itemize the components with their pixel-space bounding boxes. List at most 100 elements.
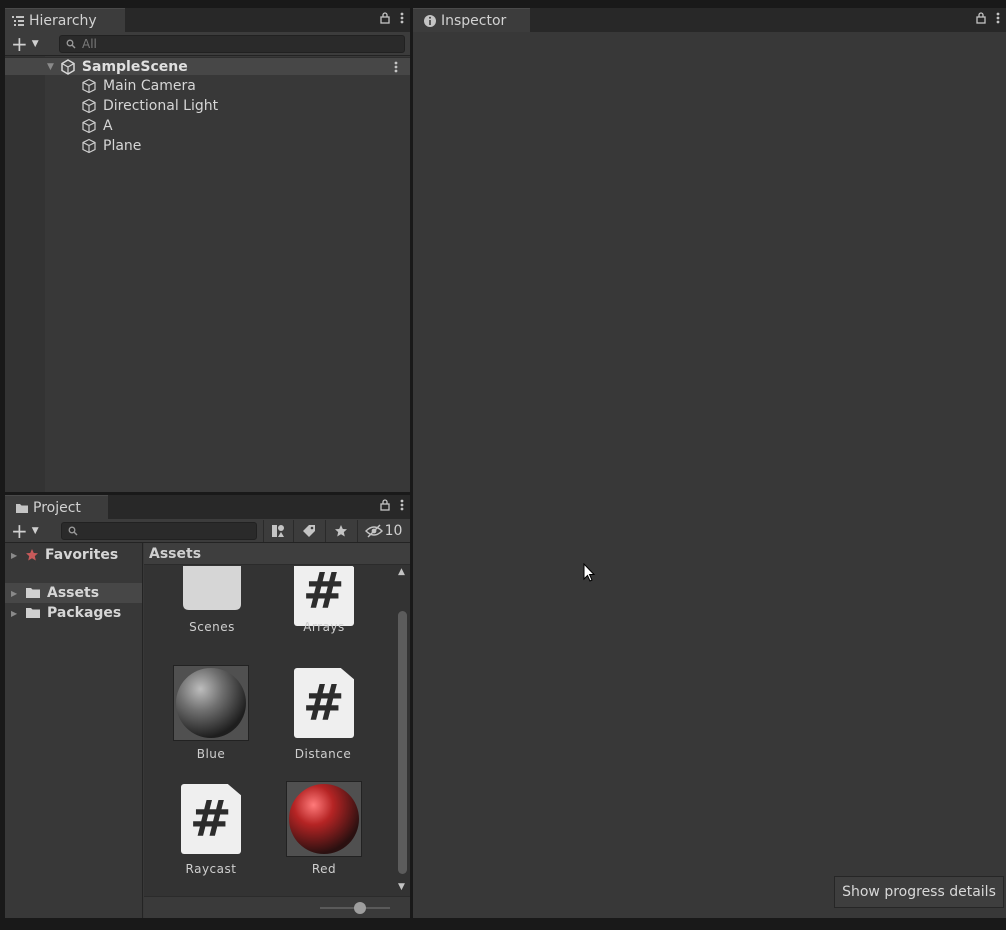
- folder-icon: [26, 588, 40, 598]
- gameobject-cube-icon: [82, 78, 96, 94]
- hierarchy-gutter: [5, 56, 45, 492]
- sidebar-item-assets[interactable]: ▶ Assets: [5, 583, 142, 603]
- slider-thumb[interactable]: [354, 902, 366, 914]
- project-tab-label: Project: [33, 499, 81, 516]
- star-icon: [334, 525, 347, 537]
- chevron-down-icon: ▼: [31, 39, 39, 49]
- gameobject-cube-icon: [82, 118, 96, 134]
- search-by-label-button[interactable]: [293, 520, 323, 542]
- search-by-type-button[interactable]: [263, 520, 291, 542]
- tab-hierarchy[interactable]: Hierarchy: [5, 8, 125, 32]
- project-sidebar: ▶ Favorites ▶ Assets ▶ Packages: [5, 543, 143, 918]
- kebab-menu-icon[interactable]: [996, 12, 1000, 24]
- plus-icon: +: [11, 519, 28, 543]
- unity-scene-icon: [61, 58, 75, 75]
- sidebar-item-favorites[interactable]: ▶ Favorites: [5, 545, 142, 565]
- inspector-tab-tools: [976, 12, 1000, 24]
- asset-label: Red: [311, 862, 337, 876]
- packages-label: Packages: [47, 605, 122, 621]
- lock-icon[interactable]: [380, 12, 390, 24]
- tag-icon: [302, 525, 315, 537]
- show-progress-details-button[interactable]: Show progress details: [834, 876, 1004, 908]
- hierarchy-item-plane[interactable]: Plane: [81, 136, 141, 156]
- type-filter-icon: [271, 525, 284, 537]
- asset-item-raycast[interactable]: # Raycast: [161, 784, 261, 876]
- asset-scrollbar[interactable]: ▲ ▼: [396, 565, 409, 894]
- project-toolbar: + ▼ 10: [5, 519, 410, 543]
- hidden-packages-count: 10: [384, 523, 403, 539]
- star-icon: [26, 549, 38, 561]
- favorites-filter-button[interactable]: [325, 520, 355, 542]
- hierarchy-panel: Hierarchy + ▼ All ▼ SampleScene Main Came…: [5, 8, 410, 492]
- tab-project[interactable]: Project: [5, 495, 108, 519]
- hierarchy-toolbar: + ▼ All: [5, 32, 410, 56]
- material-thumbnail: [173, 665, 249, 741]
- asset-item-red[interactable]: Red: [274, 781, 374, 876]
- icon-size-slider[interactable]: [320, 902, 390, 914]
- hierarchy-tabbar: Hierarchy: [5, 8, 410, 32]
- hierarchy-tab-tools: [380, 12, 404, 24]
- hierarchy-item-label: Directional Light: [103, 98, 219, 114]
- tab-inspector[interactable]: Inspector: [413, 8, 530, 32]
- gameobject-cube-icon: [82, 98, 96, 114]
- hierarchy-item-label: A: [103, 118, 113, 134]
- kebab-menu-icon[interactable]: [400, 499, 404, 511]
- asset-label: Scenes: [189, 620, 235, 634]
- asset-item-blue[interactable]: Blue: [161, 665, 261, 761]
- eye-slash-icon: [364, 524, 383, 538]
- material-sphere-icon: [289, 784, 359, 854]
- lock-icon[interactable]: [380, 499, 390, 511]
- kebab-menu-icon[interactable]: [394, 61, 398, 73]
- inspector-body: [413, 32, 1006, 918]
- expand-arrow-icon[interactable]: ▶: [11, 589, 19, 598]
- hierarchy-item-label: Plane: [103, 138, 142, 154]
- status-bar: [0, 920, 1006, 930]
- project-search-input[interactable]: [61, 522, 257, 540]
- scroll-down-arrow-icon[interactable]: ▼: [398, 882, 405, 892]
- asset-bottom-bar: [144, 896, 410, 918]
- favorites-label: Favorites: [45, 547, 119, 563]
- create-asset-dropdown-button[interactable]: + ▼: [11, 519, 45, 543]
- search-placeholder: All: [82, 37, 97, 51]
- csharp-script-icon: #: [181, 784, 241, 854]
- asset-item-distance[interactable]: # Distance: [273, 668, 373, 761]
- hierarchy-item-main-camera[interactable]: Main Camera: [81, 76, 196, 96]
- sidebar-item-packages[interactable]: ▶ Packages: [5, 603, 142, 623]
- mouse-cursor-icon: [583, 563, 596, 582]
- csharp-script-icon: #: [294, 566, 354, 626]
- asset-item-arrays[interactable]: # Arrays: [274, 566, 374, 642]
- scroll-thumb[interactable]: [398, 611, 407, 874]
- hierarchy-search-input[interactable]: All: [59, 35, 405, 53]
- chevron-down-icon: ▼: [31, 526, 39, 536]
- plus-icon: +: [11, 32, 28, 56]
- hidden-packages-toggle[interactable]: 10: [357, 520, 409, 542]
- asset-label: Raycast: [185, 862, 237, 876]
- folder-icon: [26, 608, 40, 618]
- project-tab-tools: [380, 499, 404, 511]
- scene-name: SampleScene: [81, 58, 188, 75]
- assets-label: Assets: [47, 585, 100, 601]
- asset-item-scenes[interactable]: Scenes: [162, 566, 262, 642]
- hierarchy-item-label: Main Camera: [103, 78, 196, 94]
- breadcrumb[interactable]: Assets: [144, 543, 410, 565]
- project-assets-area: Assets Scenes # Arrays Blue # Distance #…: [144, 543, 410, 918]
- search-icon: [68, 526, 78, 536]
- hierarchy-item-directional-light[interactable]: Directional Light: [81, 96, 218, 116]
- hierarchy-list-icon: [12, 15, 24, 26]
- project-tabbar: Project: [5, 495, 410, 519]
- kebab-menu-icon[interactable]: [400, 12, 404, 24]
- create-dropdown-button[interactable]: + ▼: [11, 32, 45, 56]
- scene-row[interactable]: ▼ SampleScene: [5, 57, 410, 75]
- asset-label: Blue: [196, 747, 226, 761]
- lock-icon[interactable]: [976, 12, 986, 24]
- asset-label: Arrays: [303, 620, 345, 634]
- expand-arrow-icon[interactable]: ▶: [11, 551, 19, 560]
- expand-arrow-icon[interactable]: ▼: [47, 62, 54, 72]
- gameobject-cube-icon: [82, 138, 96, 154]
- hierarchy-item-a[interactable]: A: [81, 116, 113, 136]
- expand-arrow-icon[interactable]: ▶: [11, 609, 19, 618]
- scroll-up-arrow-icon[interactable]: ▲: [398, 567, 405, 577]
- folder-icon: [16, 503, 28, 513]
- csharp-script-icon: #: [294, 668, 354, 738]
- project-panel: Project + ▼ 10 ▶ Favorites ▶ Assets ▶ Pa…: [5, 495, 410, 918]
